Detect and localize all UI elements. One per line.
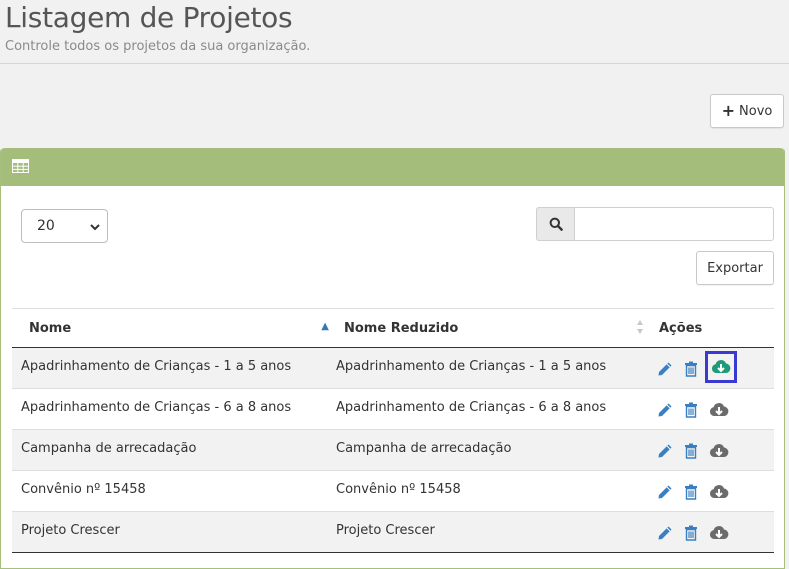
- cloud-download-icon[interactable]: [709, 402, 729, 418]
- page-header: Listagem de Projetos Controle todos os p…: [0, 0, 789, 64]
- plus-icon: +: [721, 101, 736, 120]
- table-icon: [12, 159, 29, 173]
- table-row: Campanha de arrecadação Campanha de arre…: [12, 429, 774, 471]
- trash-icon[interactable]: [684, 443, 698, 459]
- cell-acoes: [642, 511, 774, 553]
- edit-icon[interactable]: [657, 525, 673, 541]
- edit-icon[interactable]: [657, 402, 673, 418]
- new-button[interactable]: + Novo: [710, 94, 784, 128]
- projects-panel: 20 Exportar Nome ▲ Nome Reduzido Ações A…: [0, 148, 785, 569]
- cloud-download-icon[interactable]: [709, 525, 729, 541]
- table-row: Convênio nº 15458 Convênio nº 15458: [12, 470, 774, 512]
- export-button[interactable]: Exportar: [696, 251, 774, 285]
- cell-nome: Projeto Crescer: [12, 511, 327, 553]
- column-header-nome-reduzido[interactable]: Nome Reduzido: [327, 308, 643, 348]
- cell-acoes: [642, 429, 774, 471]
- page-size-select[interactable]: 20: [21, 209, 108, 243]
- column-header-acoes: Ações: [642, 308, 774, 348]
- cell-acoes: [642, 347, 774, 389]
- search-group: [536, 207, 774, 241]
- edit-icon[interactable]: [657, 443, 673, 459]
- cloud-download-icon[interactable]: [709, 484, 729, 500]
- edit-icon[interactable]: [657, 484, 673, 500]
- projects-table: Nome ▲ Nome Reduzido Ações Apadrinhament…: [12, 308, 774, 553]
- search-addon[interactable]: [536, 207, 574, 241]
- search-icon: [549, 217, 563, 231]
- column-header-label: Nome Reduzido: [344, 320, 459, 336]
- cell-nome: Apadrinhamento de Crianças - 6 a 8 anos: [12, 388, 327, 430]
- cell-nome: Convênio nº 15458: [12, 470, 327, 512]
- cell-nome-reduzido: Apadrinhamento de Crianças - 1 a 5 anos: [327, 347, 642, 389]
- cloud-download-icon[interactable]: [709, 443, 729, 459]
- column-header-label: Nome: [29, 320, 72, 336]
- panel-heading: [1, 148, 784, 186]
- table-row: Apadrinhamento de Crianças - 1 a 5 anos …: [12, 347, 774, 389]
- new-button-label: Novo: [739, 103, 773, 119]
- cloud-download-icon[interactable]: [705, 351, 737, 383]
- table-row: Projeto Crescer Projeto Crescer: [12, 511, 774, 553]
- page-subtitle: Controle todos os projetos da sua organi…: [5, 39, 311, 54]
- cell-nome-reduzido: Convênio nº 15458: [327, 470, 642, 512]
- cell-nome: Campanha de arrecadação: [12, 429, 327, 471]
- cell-nome-reduzido: Projeto Crescer: [327, 511, 642, 553]
- cell-nome-reduzido: Apadrinhamento de Crianças - 6 a 8 anos: [327, 388, 642, 430]
- search-input[interactable]: [574, 207, 774, 241]
- page-title: Listagem de Projetos: [5, 1, 293, 34]
- cell-nome: Apadrinhamento de Crianças - 1 a 5 anos: [12, 347, 327, 389]
- trash-icon[interactable]: [684, 402, 698, 418]
- table-row: Apadrinhamento de Crianças - 6 a 8 anos …: [12, 388, 774, 430]
- cell-acoes: [642, 388, 774, 430]
- chevron-down-icon: [90, 224, 100, 231]
- column-header-nome[interactable]: Nome ▲: [12, 308, 329, 348]
- cell-nome-reduzido: Campanha de arrecadação: [327, 429, 642, 471]
- cell-acoes: [642, 470, 774, 512]
- column-header-label: Ações: [659, 320, 703, 336]
- page-size-value: 20: [37, 218, 55, 234]
- export-button-label: Exportar: [707, 260, 763, 276]
- trash-icon[interactable]: [684, 484, 698, 500]
- trash-icon[interactable]: [684, 525, 698, 541]
- edit-icon[interactable]: [657, 361, 673, 377]
- trash-icon[interactable]: [684, 361, 698, 377]
